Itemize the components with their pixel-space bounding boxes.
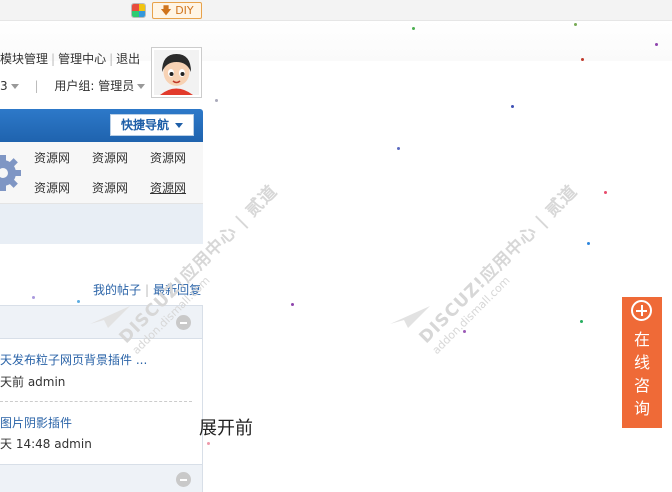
panel-header <box>0 464 202 492</box>
watermark-domain: addon.dismall.com <box>429 273 513 357</box>
resource-link[interactable]: 资源网 <box>92 179 128 196</box>
particle <box>207 442 210 445</box>
consult-label: 在 线 咨 询 <box>622 328 662 420</box>
consult-char: 线 <box>633 353 650 372</box>
particle <box>397 147 400 150</box>
caret-down-icon <box>10 84 19 89</box>
particle <box>574 23 577 26</box>
resource-link-panel: 资源网 资源网 资源网 资源网 资源网 资源网 <box>0 142 203 204</box>
consult-char: 在 <box>633 330 650 349</box>
particle <box>77 300 80 303</box>
tab-my-posts[interactable]: 我的帖子 <box>93 283 141 297</box>
particle <box>511 105 514 108</box>
admin-center-link[interactable]: 管理中心 <box>58 52 106 66</box>
main-nav-bar: 快捷导航 <box>0 109 203 142</box>
resource-link[interactable]: 资源网 <box>92 149 128 166</box>
resource-link[interactable]: 资源网 <box>150 149 186 166</box>
particle <box>412 27 415 30</box>
module-manage-link[interactable]: 模块管理 <box>0 52 48 66</box>
caret-down-icon <box>137 84 146 89</box>
online-consult-button[interactable]: 在 线 咨 询 <box>622 297 662 428</box>
diy-label: DIY <box>175 4 194 17</box>
particle <box>581 58 584 61</box>
particle <box>587 242 590 245</box>
plus-circle-icon <box>631 300 652 321</box>
top-toolbar: 🡇 DIY <box>0 0 672 21</box>
caption-text: 展开前 <box>199 418 253 439</box>
resource-link[interactable]: 资源网 <box>34 149 70 166</box>
particle <box>655 43 658 46</box>
particle <box>463 330 466 333</box>
separator: | <box>34 79 39 93</box>
resource-link[interactable]: 资源网 <box>150 179 186 196</box>
diy-button[interactable]: 🡇 DIY <box>152 2 202 19</box>
separator: | <box>109 52 114 66</box>
consult-char: 咨 <box>633 376 650 395</box>
separator: | <box>51 52 56 66</box>
avatar[interactable] <box>151 47 202 98</box>
user-info: 3 | 用户组: 管理员 <box>0 77 146 94</box>
logout-link[interactable]: 退出 <box>116 52 140 66</box>
watermark-brand: DISCUZ!应用中心 | 贰道 <box>415 181 582 348</box>
post-meta: 天 14:48 admin <box>0 437 92 451</box>
particle <box>604 191 607 194</box>
particle <box>291 303 294 306</box>
user-links: 模块管理 | 管理中心 | 退出 <box>0 50 140 67</box>
particle <box>32 296 35 299</box>
user-group-label: 用户组: 管理员 <box>54 79 135 93</box>
app-grid-icon[interactable] <box>131 3 146 18</box>
post-title[interactable]: 图片阴影插件 <box>0 414 72 431</box>
sub-nav-bar <box>0 204 203 244</box>
caret-down-icon <box>175 123 183 128</box>
credits-dropdown[interactable]: 3 <box>0 79 19 93</box>
collapse-icon[interactable] <box>176 472 191 487</box>
particle <box>580 320 583 323</box>
gear-icon <box>0 155 21 191</box>
quick-nav-label: 快捷导航 <box>120 118 169 132</box>
download-arrow-icon: 🡇 <box>160 4 172 17</box>
post-title[interactable]: 天发布粒子网页背景插件 ... <box>0 351 147 368</box>
consult-char: 询 <box>633 399 650 418</box>
resource-link[interactable]: 资源网 <box>34 179 70 196</box>
avatar-image <box>154 50 199 95</box>
quick-nav-button[interactable]: 快捷导航 <box>110 114 194 136</box>
credits-value: 3 <box>0 79 8 93</box>
posts-panel: 天发布粒子网页背景插件 ... 天前 admin 图片阴影插件 天 14:48 … <box>0 305 203 492</box>
post-meta: 天前 admin <box>0 375 66 389</box>
particle <box>215 99 218 102</box>
user-group-dropdown[interactable]: 用户组: 管理员 <box>54 79 146 93</box>
divider <box>0 401 192 402</box>
